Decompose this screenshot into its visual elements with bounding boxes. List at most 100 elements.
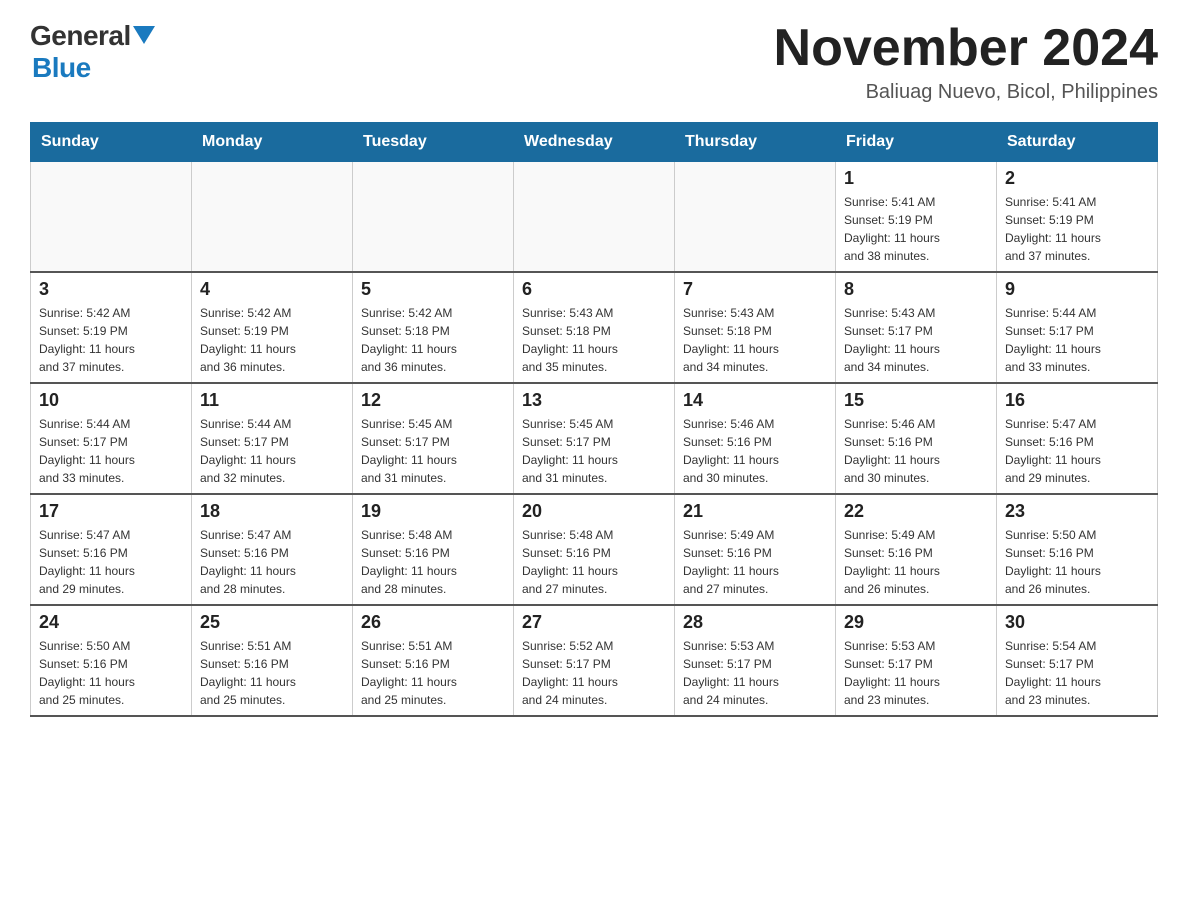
- calendar-cell: 14 Sunrise: 5:46 AMSunset: 5:16 PMDayligh…: [675, 383, 836, 494]
- calendar-cell: 9 Sunrise: 5:44 AMSunset: 5:17 PMDaylight…: [997, 272, 1158, 383]
- calendar-cell: 2 Sunrise: 5:41 AMSunset: 5:19 PMDaylight…: [997, 162, 1158, 273]
- calendar-cell: 19 Sunrise: 5:48 AMSunset: 5:16 PMDayligh…: [353, 494, 514, 605]
- calendar-week-row: 17 Sunrise: 5:47 AMSunset: 5:16 PMDayligh…: [31, 494, 1158, 605]
- day-info: Sunrise: 5:46 AMSunset: 5:16 PMDaylight:…: [844, 415, 988, 487]
- day-number: 11: [200, 390, 344, 411]
- day-number: 8: [844, 279, 988, 300]
- calendar-body: 1 Sunrise: 5:41 AMSunset: 5:19 PMDaylight…: [31, 162, 1158, 717]
- day-number: 7: [683, 279, 827, 300]
- day-info: Sunrise: 5:41 AMSunset: 5:19 PMDaylight:…: [844, 193, 988, 265]
- calendar-header: SundayMondayTuesdayWednesdayThursdayFrid…: [31, 123, 1158, 162]
- calendar-week-row: 1 Sunrise: 5:41 AMSunset: 5:19 PMDaylight…: [31, 162, 1158, 273]
- calendar-cell: 4 Sunrise: 5:42 AMSunset: 5:19 PMDaylight…: [192, 272, 353, 383]
- day-number: 6: [522, 279, 666, 300]
- day-info: Sunrise: 5:49 AMSunset: 5:16 PMDaylight:…: [683, 526, 827, 598]
- title-block: November 2024 Baliuag Nuevo, Bicol, Phil…: [774, 20, 1158, 104]
- day-number: 30: [1005, 612, 1149, 633]
- calendar-cell: 25Sunrise: 5:51 AMSunset: 5:16 PMDayligh…: [192, 605, 353, 716]
- calendar-cell: 11 Sunrise: 5:44 AMSunset: 5:17 PMDayligh…: [192, 383, 353, 494]
- weekday-header-wednesday: Wednesday: [514, 123, 675, 162]
- day-number: 26: [361, 612, 505, 633]
- calendar-cell: [514, 162, 675, 273]
- calendar-cell: 21 Sunrise: 5:49 AMSunset: 5:16 PMDayligh…: [675, 494, 836, 605]
- calendar-cell: 7 Sunrise: 5:43 AMSunset: 5:18 PMDaylight…: [675, 272, 836, 383]
- day-info: Sunrise: 5:42 AMSunset: 5:18 PMDaylight:…: [361, 304, 505, 376]
- calendar-cell: 18 Sunrise: 5:47 AMSunset: 5:16 PMDayligh…: [192, 494, 353, 605]
- calendar-cell: [192, 162, 353, 273]
- day-number: 10: [39, 390, 183, 411]
- day-info: Sunrise: 5:43 AMSunset: 5:18 PMDaylight:…: [683, 304, 827, 376]
- day-number: 2: [1005, 168, 1149, 189]
- weekday-header-tuesday: Tuesday: [353, 123, 514, 162]
- calendar-week-row: 10 Sunrise: 5:44 AMSunset: 5:17 PMDayligh…: [31, 383, 1158, 494]
- day-number: 1: [844, 168, 988, 189]
- day-info: Sunrise: 5:50 AMSunset: 5:16 PMDaylight:…: [39, 637, 183, 709]
- day-number: 4: [200, 279, 344, 300]
- day-info: Sunrise: 5:51 AMSunset: 5:16 PMDaylight:…: [361, 637, 505, 709]
- subtitle: Baliuag Nuevo, Bicol, Philippines: [774, 81, 1158, 104]
- day-info: Sunrise: 5:41 AMSunset: 5:19 PMDaylight:…: [1005, 193, 1149, 265]
- day-info: Sunrise: 5:44 AMSunset: 5:17 PMDaylight:…: [1005, 304, 1149, 376]
- day-number: 27: [522, 612, 666, 633]
- calendar-cell: 12 Sunrise: 5:45 AMSunset: 5:17 PMDayligh…: [353, 383, 514, 494]
- calendar-cell: 28 Sunrise: 5:53 AMSunset: 5:17 PMDayligh…: [675, 605, 836, 716]
- day-info: Sunrise: 5:43 AMSunset: 5:17 PMDaylight:…: [844, 304, 988, 376]
- day-info: Sunrise: 5:44 AMSunset: 5:17 PMDaylight:…: [200, 415, 344, 487]
- calendar-cell: 8 Sunrise: 5:43 AMSunset: 5:17 PMDaylight…: [836, 272, 997, 383]
- day-info: Sunrise: 5:54 AMSunset: 5:17 PMDaylight:…: [1005, 637, 1149, 709]
- day-info: Sunrise: 5:42 AMSunset: 5:19 PMDaylight:…: [39, 304, 183, 376]
- day-number: 19: [361, 501, 505, 522]
- day-info: Sunrise: 5:46 AMSunset: 5:16 PMDaylight:…: [683, 415, 827, 487]
- calendar-cell: 26 Sunrise: 5:51 AMSunset: 5:16 PMDayligh…: [353, 605, 514, 716]
- day-info: Sunrise: 5:43 AMSunset: 5:18 PMDaylight:…: [522, 304, 666, 376]
- calendar-cell: 24 Sunrise: 5:50 AMSunset: 5:16 PMDayligh…: [31, 605, 192, 716]
- day-number: 18: [200, 501, 344, 522]
- calendar-cell: 6 Sunrise: 5:43 AMSunset: 5:18 PMDaylight…: [514, 272, 675, 383]
- day-info: Sunrise: 5:53 AMSunset: 5:17 PMDaylight:…: [844, 637, 988, 709]
- day-number: 14: [683, 390, 827, 411]
- day-info: Sunrise: 5:47 AMSunset: 5:16 PMDaylight:…: [1005, 415, 1149, 487]
- calendar-cell: 29 Sunrise: 5:53 AMSunset: 5:17 PMDayligh…: [836, 605, 997, 716]
- calendar-cell: 22 Sunrise: 5:49 AMSunset: 5:16 PMDayligh…: [836, 494, 997, 605]
- weekday-header-friday: Friday: [836, 123, 997, 162]
- logo-general-text: General: [30, 20, 131, 52]
- day-number: 21: [683, 501, 827, 522]
- calendar-cell: 30 Sunrise: 5:54 AMSunset: 5:17 PMDayligh…: [997, 605, 1158, 716]
- weekday-header-monday: Monday: [192, 123, 353, 162]
- day-number: 9: [1005, 279, 1149, 300]
- calendar-cell: [353, 162, 514, 273]
- day-info: Sunrise: 5:52 AMSunset: 5:17 PMDaylight:…: [522, 637, 666, 709]
- day-info: Sunrise: 5:48 AMSunset: 5:16 PMDaylight:…: [361, 526, 505, 598]
- day-number: 17: [39, 501, 183, 522]
- weekday-header-saturday: Saturday: [997, 123, 1158, 162]
- day-info: Sunrise: 5:45 AMSunset: 5:17 PMDaylight:…: [361, 415, 505, 487]
- calendar-table: SundayMondayTuesdayWednesdayThursdayFrid…: [30, 122, 1158, 717]
- day-number: 12: [361, 390, 505, 411]
- logo: General Blue: [30, 20, 155, 84]
- day-number: 24: [39, 612, 183, 633]
- day-info: Sunrise: 5:42 AMSunset: 5:19 PMDaylight:…: [200, 304, 344, 376]
- calendar-cell: 27 Sunrise: 5:52 AMSunset: 5:17 PMDayligh…: [514, 605, 675, 716]
- main-title: November 2024: [774, 20, 1158, 77]
- calendar-cell: 10 Sunrise: 5:44 AMSunset: 5:17 PMDayligh…: [31, 383, 192, 494]
- day-number: 29: [844, 612, 988, 633]
- calendar-cell: 17Sunrise: 5:47 AMSunset: 5:16 PMDayligh…: [31, 494, 192, 605]
- day-number: 22: [844, 501, 988, 522]
- calendar-cell: 23Sunrise: 5:50 AMSunset: 5:16 PMDayligh…: [997, 494, 1158, 605]
- day-number: 20: [522, 501, 666, 522]
- day-info: Sunrise: 5:48 AMSunset: 5:16 PMDaylight:…: [522, 526, 666, 598]
- day-info: Sunrise: 5:44 AMSunset: 5:17 PMDaylight:…: [39, 415, 183, 487]
- day-info: Sunrise: 5:47 AMSunset: 5:16 PMDaylight:…: [200, 526, 344, 598]
- calendar-cell: 3Sunrise: 5:42 AMSunset: 5:19 PMDaylight…: [31, 272, 192, 383]
- day-number: 25: [200, 612, 344, 633]
- day-info: Sunrise: 5:53 AMSunset: 5:17 PMDaylight:…: [683, 637, 827, 709]
- day-number: 28: [683, 612, 827, 633]
- logo-triangle-icon: [133, 26, 155, 44]
- calendar-week-row: 3Sunrise: 5:42 AMSunset: 5:19 PMDaylight…: [31, 272, 1158, 383]
- day-number: 13: [522, 390, 666, 411]
- day-info: Sunrise: 5:50 AMSunset: 5:16 PMDaylight:…: [1005, 526, 1149, 598]
- day-number: 15: [844, 390, 988, 411]
- day-info: Sunrise: 5:49 AMSunset: 5:16 PMDaylight:…: [844, 526, 988, 598]
- calendar-cell: 15 Sunrise: 5:46 AMSunset: 5:16 PMDayligh…: [836, 383, 997, 494]
- calendar-cell: 16Sunrise: 5:47 AMSunset: 5:16 PMDayligh…: [997, 383, 1158, 494]
